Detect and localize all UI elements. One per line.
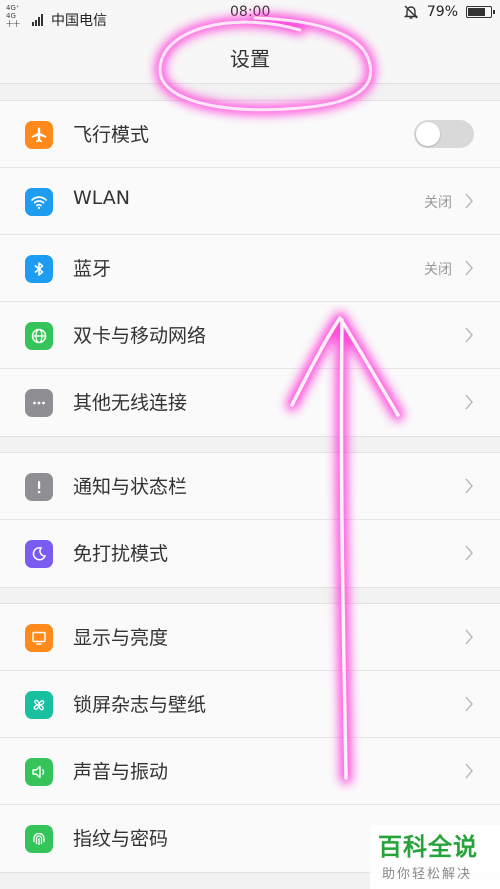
setting-label: 通知与状态栏 (73, 476, 188, 498)
chevron-right-icon (465, 193, 473, 209)
fingerprint-icon (25, 825, 53, 853)
globe-icon (25, 322, 53, 350)
carrier-name: 中国电信 (51, 13, 107, 29)
setting-label: 指纹与密码 (73, 828, 169, 850)
setting-label: 双卡与移动网络 (73, 325, 207, 347)
status-text: 关闭 (424, 195, 452, 211)
speaker-icon (25, 758, 53, 786)
chevron-right-icon (465, 763, 473, 779)
setting-label: 声音与振动 (73, 761, 169, 783)
moon-icon (25, 540, 53, 568)
clock: 08:00 (230, 4, 271, 20)
chevron-right-icon (465, 327, 473, 343)
airplane-mode-toggle[interactable] (414, 120, 474, 148)
setting-label: 蓝牙 (73, 258, 112, 280)
status-right: 79% (403, 4, 495, 20)
pinwheel-icon (25, 691, 53, 719)
setting-label: WLAN (73, 187, 131, 209)
chevron-right-icon (465, 260, 473, 276)
watermark-logo-text: 百科全说 (378, 833, 478, 861)
status-bar: 4G⁺ 4G 十十 2G 中国电信 08:00 79% (0, 0, 500, 36)
settings-group-connectivity: 飞行模式 WLAN 关闭 蓝牙 关闭 双卡与移动网络 其他无线连接 (0, 100, 500, 437)
bluetooth-icon (25, 255, 53, 283)
setting-bluetooth[interactable]: 蓝牙 关闭 (0, 235, 500, 302)
chevron-right-icon (465, 478, 473, 494)
watermark: 百科全说 助你轻松解决 (370, 825, 500, 889)
setting-label: 其他无线连接 (73, 392, 188, 414)
chevron-right-icon (465, 629, 473, 645)
chevron-right-icon (465, 394, 473, 410)
toggle-knob (416, 122, 440, 146)
setting-label: 锁屏杂志与壁纸 (73, 694, 207, 716)
setting-other-wireless[interactable]: 其他无线连接 (0, 369, 500, 436)
network-top-label: 4G⁺ 4G (6, 4, 20, 20)
page-title: 设置 (230, 47, 270, 71)
chevron-right-icon (465, 696, 473, 712)
settings-group-notifications: 通知与状态栏 免打扰模式 (0, 452, 500, 588)
battery-percent: 79% (426, 4, 458, 20)
notification-icon (25, 473, 53, 501)
setting-airplane-mode[interactable]: 飞行模式 (0, 101, 500, 168)
watermark-slogan: 助你轻松解决 (382, 867, 473, 882)
setting-dual-sim[interactable]: 双卡与移动网络 (0, 302, 500, 369)
airplane-icon (25, 121, 53, 149)
title-bar: 设置 (0, 28, 500, 84)
battery-icon (466, 6, 495, 18)
setting-sound-vibration[interactable]: 声音与振动 (0, 738, 500, 805)
more-icon (25, 389, 53, 417)
status-text: 关闭 (424, 262, 452, 278)
wifi-icon (25, 188, 53, 216)
setting-label: 显示与亮度 (73, 627, 169, 649)
setting-wlan[interactable]: WLAN 关闭 (0, 168, 500, 235)
setting-label: 飞行模式 (73, 124, 150, 146)
chevron-right-icon (465, 545, 473, 561)
setting-lockscreen-wallpaper[interactable]: 锁屏杂志与壁纸 (0, 671, 500, 738)
setting-notifications[interactable]: 通知与状态栏 (0, 453, 500, 520)
signal-icon (32, 14, 43, 26)
setting-display-brightness[interactable]: 显示与亮度 (0, 604, 500, 671)
setting-do-not-disturb[interactable]: 免打扰模式 (0, 520, 500, 587)
mute-bell-icon (403, 5, 419, 19)
display-icon (25, 624, 53, 652)
setting-label: 免打扰模式 (73, 543, 169, 565)
